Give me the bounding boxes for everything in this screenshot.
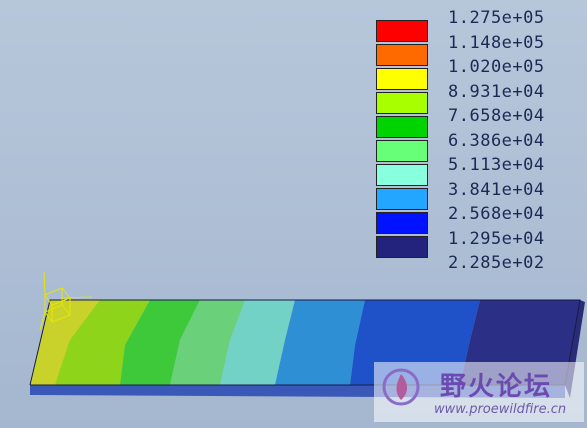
legend-label: 1.148e+05	[448, 32, 545, 53]
legend-swatch	[376, 44, 428, 66]
watermark-url: www.proewildfire.cn	[434, 402, 567, 417]
legend-swatch	[376, 164, 428, 186]
legend-swatch	[376, 20, 428, 42]
legend-swatch	[376, 68, 428, 90]
flame-logo-icon	[382, 368, 420, 406]
legend-label: 3.841e+04	[448, 179, 545, 200]
legend-swatch	[376, 140, 428, 162]
watermark-title: 野火论坛	[440, 372, 553, 402]
watermark: 野火论坛 www.proewildfire.cn	[374, 362, 584, 422]
legend-label: 1.275e+05	[448, 8, 545, 28]
legend-labels: 1.275e+05 1.148e+05 1.020e+05 8.931e+04 …	[448, 6, 584, 276]
legend-label: 7.658e+04	[448, 106, 545, 126]
legend-label: 1.020e+05	[448, 57, 545, 77]
legend-swatch	[376, 92, 428, 114]
legend-label: 1.295e+04	[448, 228, 545, 249]
legend-label: 2.568e+04	[448, 204, 545, 224]
legend-color-bar	[376, 20, 428, 260]
legend-label: 5.113e+04	[448, 155, 545, 175]
legend-swatch	[376, 212, 428, 234]
legend-swatch	[376, 188, 428, 210]
legend-label: 2.285e+02	[448, 253, 545, 273]
legend-swatch	[376, 236, 428, 258]
legend-label: 8.931e+04	[448, 81, 545, 102]
graphics-viewport[interactable]: 1.275e+05 1.148e+05 1.020e+05 8.931e+04 …	[0, 0, 587, 428]
legend-label: 6.386e+04	[448, 130, 545, 151]
legend-swatch	[376, 116, 428, 138]
